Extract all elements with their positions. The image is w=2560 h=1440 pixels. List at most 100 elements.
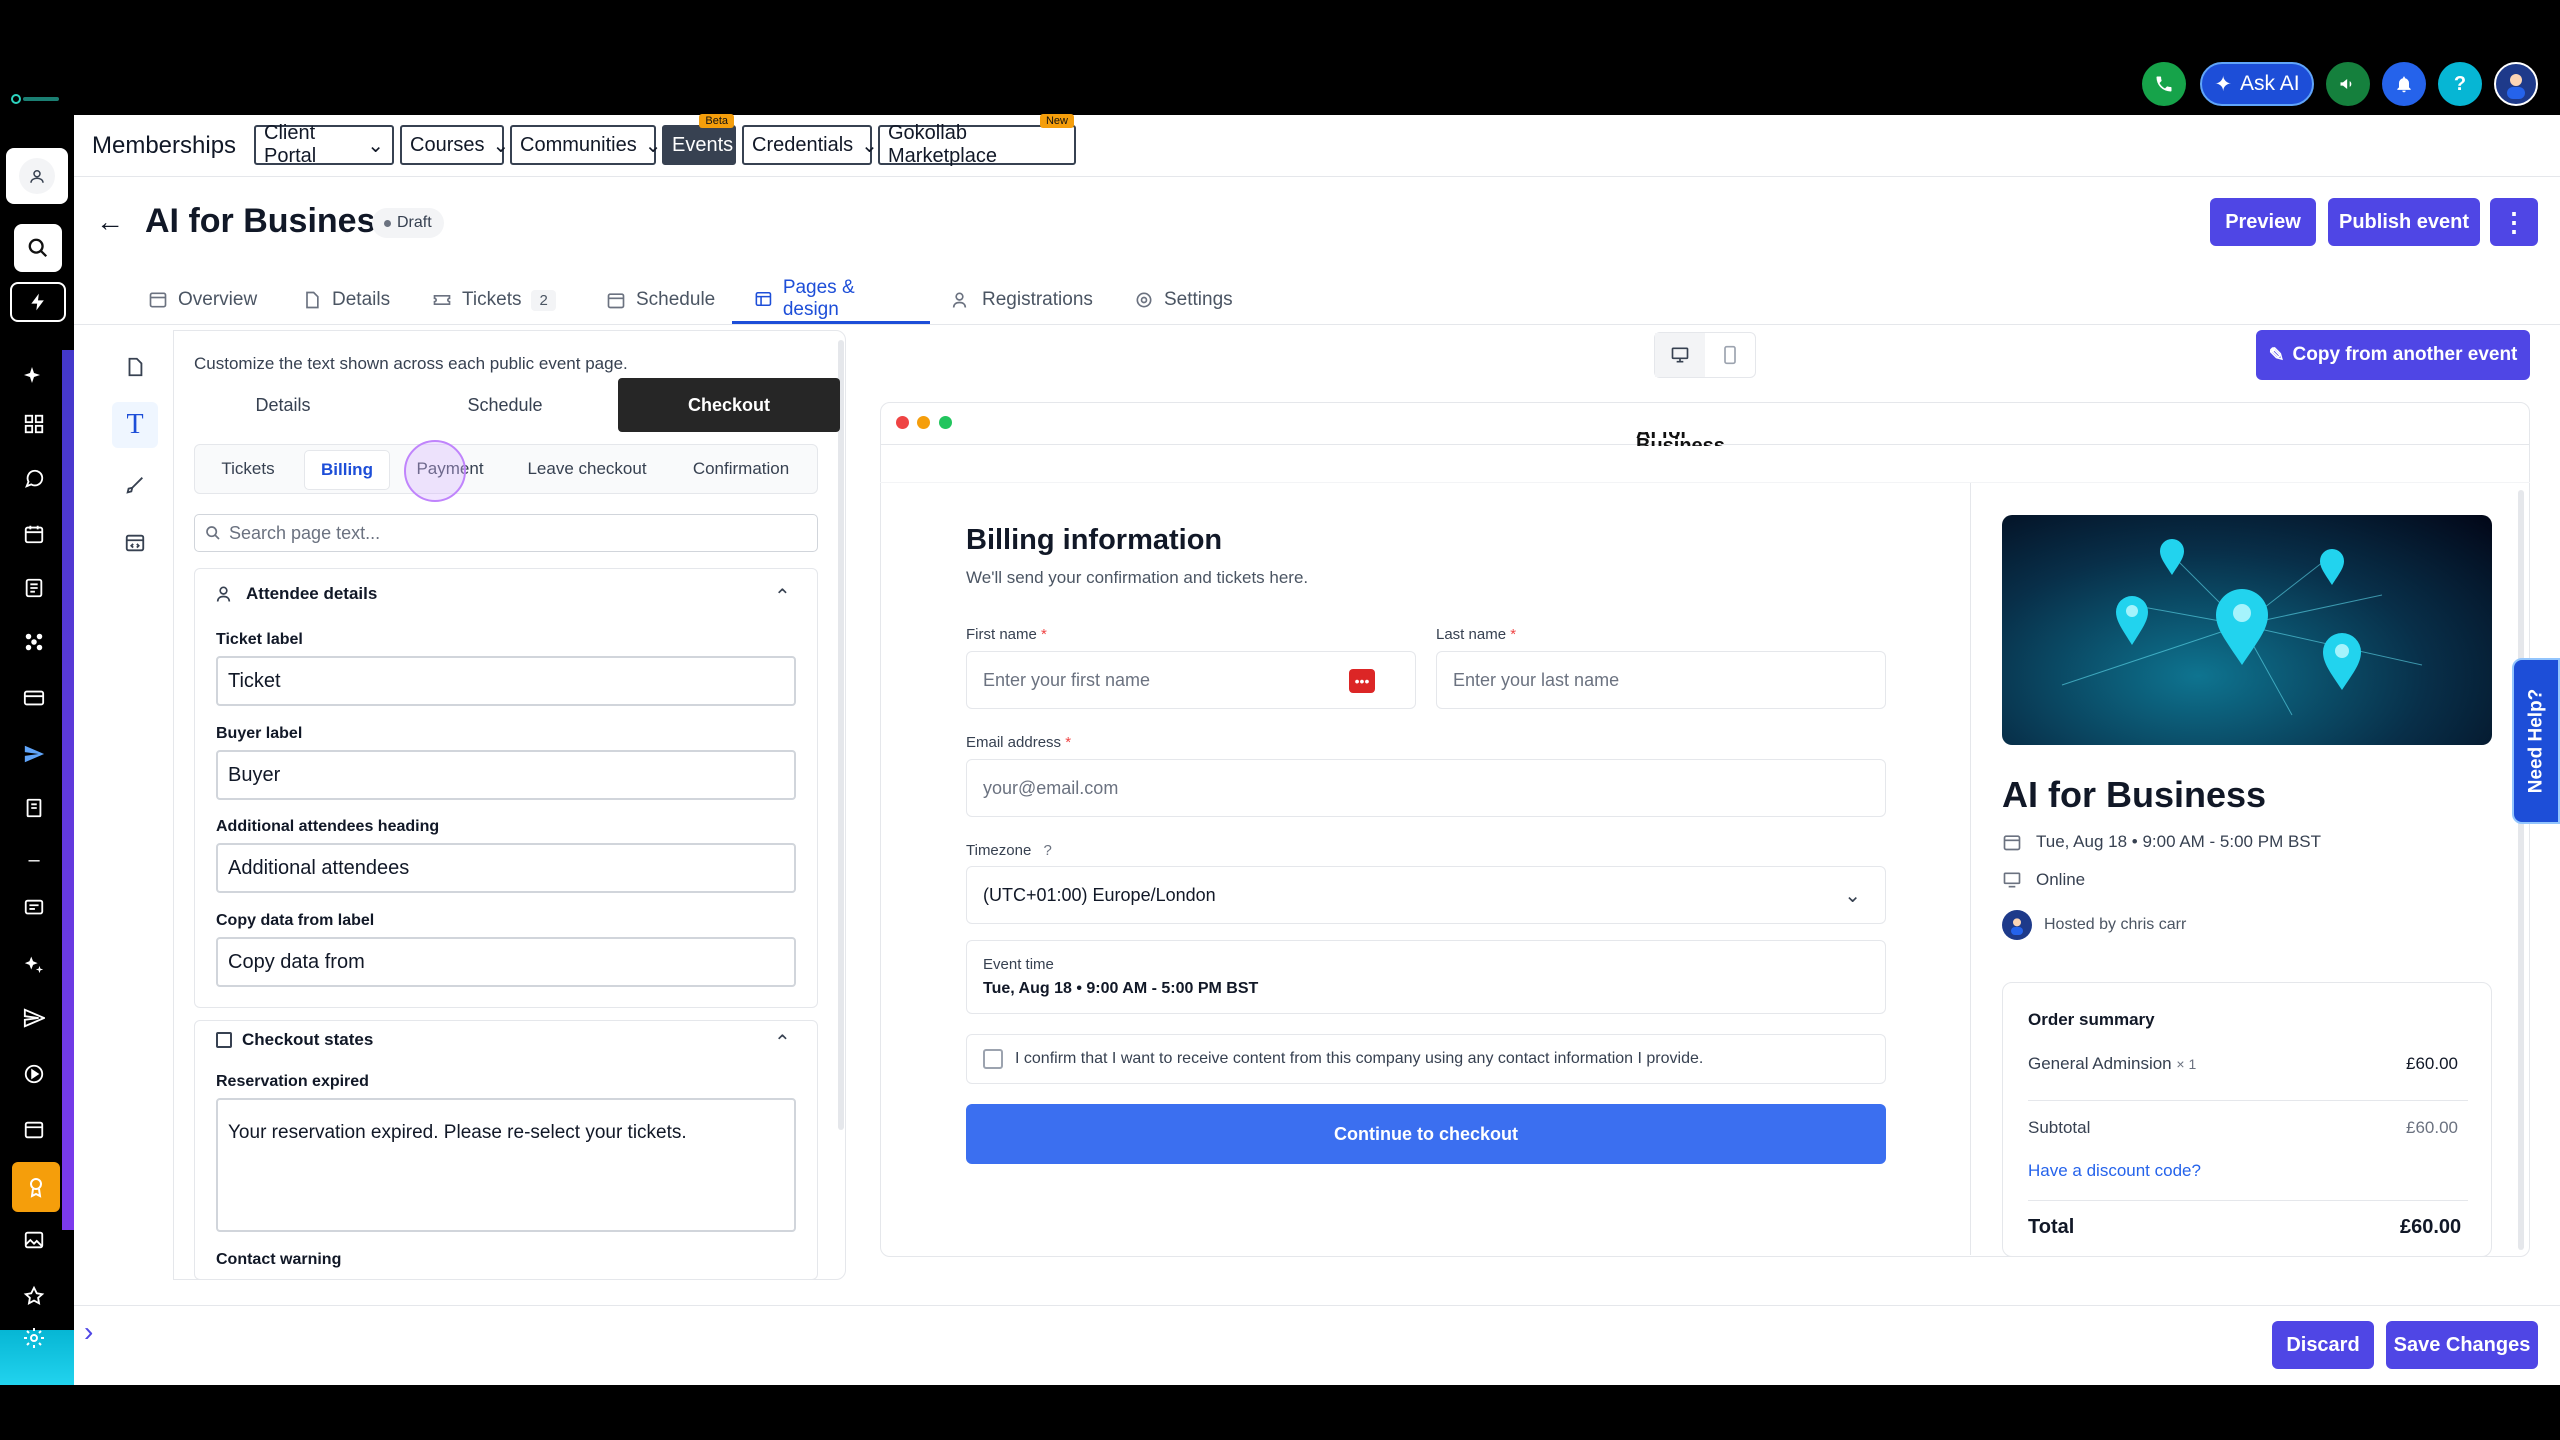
reviews-icon[interactable] (16, 890, 52, 926)
phone-icon[interactable] (2142, 62, 2186, 106)
avatar[interactable] (2494, 62, 2538, 106)
sites-icon[interactable] (16, 1112, 52, 1148)
first-name-label: First name * (966, 626, 1047, 643)
buyer-label-input[interactable]: Buyer (216, 750, 796, 800)
sparkles-icon[interactable] (16, 358, 52, 394)
reports-icon[interactable] (16, 790, 52, 826)
copy-from-event-button[interactable]: ✎ Copy from another event (2256, 330, 2530, 380)
chevron-down-icon: ⌄ (1844, 884, 1861, 907)
lightning-icon[interactable] (10, 282, 66, 322)
tab-pages-design[interactable]: Pages & design (732, 276, 930, 324)
marketing-icon[interactable] (16, 1000, 52, 1036)
expand-sidebar-icon[interactable]: › (84, 1316, 93, 1348)
sub-tab-billing[interactable]: Billing (304, 450, 390, 490)
automation-icon[interactable] (16, 1056, 52, 1092)
search-placeholder: Search page text... (229, 522, 381, 543)
star-icon[interactable] (16, 1278, 52, 1314)
bell-icon[interactable] (2382, 62, 2426, 106)
megaphone-icon[interactable] (2326, 62, 2370, 106)
preview-scrollbar[interactable] (2518, 490, 2524, 1250)
overview-icon (149, 292, 167, 308)
tab-tickets[interactable]: Tickets 2 (432, 276, 556, 324)
email-placeholder: your@email.com (983, 777, 1119, 798)
preview-window-title: AI for Business (1636, 432, 1776, 446)
sub-tab-tickets[interactable]: Tickets (206, 445, 290, 493)
contacts-icon[interactable] (16, 570, 52, 606)
sub-tab-leave-checkout[interactable]: Leave checkout (520, 445, 654, 493)
dashboard-icon[interactable] (16, 406, 52, 442)
nav-credentials[interactable]: Credentials ⌄ (742, 125, 878, 165)
brush-icon[interactable] (112, 462, 158, 508)
timezone-select[interactable]: (UTC+01:00) Europe/London ⌄ (966, 866, 1886, 924)
page-icon[interactable] (112, 344, 158, 390)
desktop-icon[interactable] (1655, 333, 1705, 377)
settings-gear-icon[interactable] (16, 1320, 52, 1356)
ask-ai-button[interactable]: ✦ Ask AI (2200, 62, 2314, 106)
search-icon[interactable] (14, 224, 62, 272)
reservation-expired-textarea[interactable]: Your reservation expired. Please re-sele… (216, 1098, 796, 1232)
memberships-icon[interactable] (12, 1162, 60, 1212)
save-changes-button[interactable]: Save Changes (2386, 1321, 2538, 1369)
code-icon[interactable] (112, 520, 158, 566)
attendee-section-header[interactable]: Attendee details (216, 584, 377, 604)
preview-button[interactable]: Preview (2210, 198, 2316, 246)
editor-scrollbar[interactable] (838, 340, 844, 1130)
mobile-icon[interactable] (1705, 333, 1755, 377)
first-name-label-text: First name (966, 626, 1037, 643)
chat-icon[interactable] (16, 460, 52, 496)
workflow-icon[interactable] (16, 624, 52, 660)
total-value: £60.00 (2400, 1216, 2462, 1238)
calendar-icon[interactable] (16, 516, 52, 552)
nav-events[interactable]: Events Beta (662, 114, 736, 165)
nav-client-portal[interactable]: Client Portal ⌄ (254, 122, 394, 167)
text-icon[interactable]: T (112, 402, 158, 448)
status-text: Draft (397, 214, 432, 231)
sparkle-icon: ✦ (2214, 72, 2233, 96)
nav-marketplace[interactable]: Gokollab Marketplace New (878, 114, 1076, 167)
copy-data-input[interactable]: Copy data from (216, 937, 796, 987)
ticket-label-input[interactable]: Ticket (216, 656, 796, 706)
consent-checkbox[interactable] (983, 1049, 1003, 1069)
media-icon[interactable] (16, 1222, 52, 1258)
payments-icon[interactable] (16, 680, 52, 716)
sub-tab-confirmation[interactable]: Confirmation (678, 445, 804, 493)
billing-subtitle: We'll send your confirmation and tickets… (966, 568, 1309, 587)
nav-communities[interactable]: Communities ⌄ (510, 125, 661, 165)
password-manager-icon[interactable]: ••• (1349, 669, 1375, 693)
field-label: Buyer label (216, 725, 303, 742)
discount-code-link[interactable]: Have a discount code? (2028, 1161, 2201, 1181)
discard-button[interactable]: Discard (2272, 1321, 2374, 1369)
event-name: AI for Business (2002, 774, 2267, 815)
tab-schedule[interactable]: Schedule (606, 276, 715, 324)
last-name-input[interactable]: Enter your last name (1436, 651, 1886, 709)
search-text-input[interactable]: Search page text... (194, 514, 818, 552)
first-name-input[interactable]: Enter your first name ••• (966, 651, 1416, 709)
tab-overview[interactable]: Overview (148, 276, 257, 324)
more-options-icon[interactable]: ⋮ (2490, 198, 2538, 246)
tab-details[interactable]: Details (302, 276, 390, 324)
help-icon[interactable]: ? (1043, 842, 1051, 859)
email-input[interactable]: your@email.com (966, 759, 1886, 817)
send-icon[interactable] (16, 736, 52, 772)
tab-settings[interactable]: Settings (1134, 276, 1233, 324)
page-tab-details[interactable]: Details (196, 380, 370, 430)
page-tab-checkout[interactable]: Checkout (618, 378, 840, 432)
status-dot (384, 219, 391, 227)
continue-to-checkout-button[interactable]: Continue to checkout (966, 1104, 1886, 1164)
need-help-tab[interactable]: Need Help? (2512, 658, 2560, 824)
ai-agents-icon[interactable] (16, 946, 52, 982)
tabs-divider (74, 324, 2560, 325)
page-tab-schedule[interactable]: Schedule (420, 380, 590, 430)
account-switcher[interactable] (6, 148, 68, 204)
checkout-states-header[interactable]: Checkout states (216, 1030, 373, 1050)
chevron-up-icon[interactable]: ⌃ (774, 584, 791, 609)
tab-registrations[interactable]: Registrations (952, 276, 1093, 324)
additional-attendees-input[interactable]: Additional attendees (216, 843, 796, 893)
nav-courses[interactable]: Courses ⌄ (400, 125, 509, 165)
publish-event-button[interactable]: Publish event (2328, 198, 2480, 246)
chevron-up-icon[interactable]: ⌃ (774, 1030, 791, 1055)
checkbox-icon (216, 1032, 232, 1048)
help-icon[interactable]: ? (2438, 62, 2482, 106)
order-item-name: General Adminsion × 1 (2028, 1054, 2196, 1074)
back-arrow-icon[interactable]: ← (96, 206, 124, 238)
